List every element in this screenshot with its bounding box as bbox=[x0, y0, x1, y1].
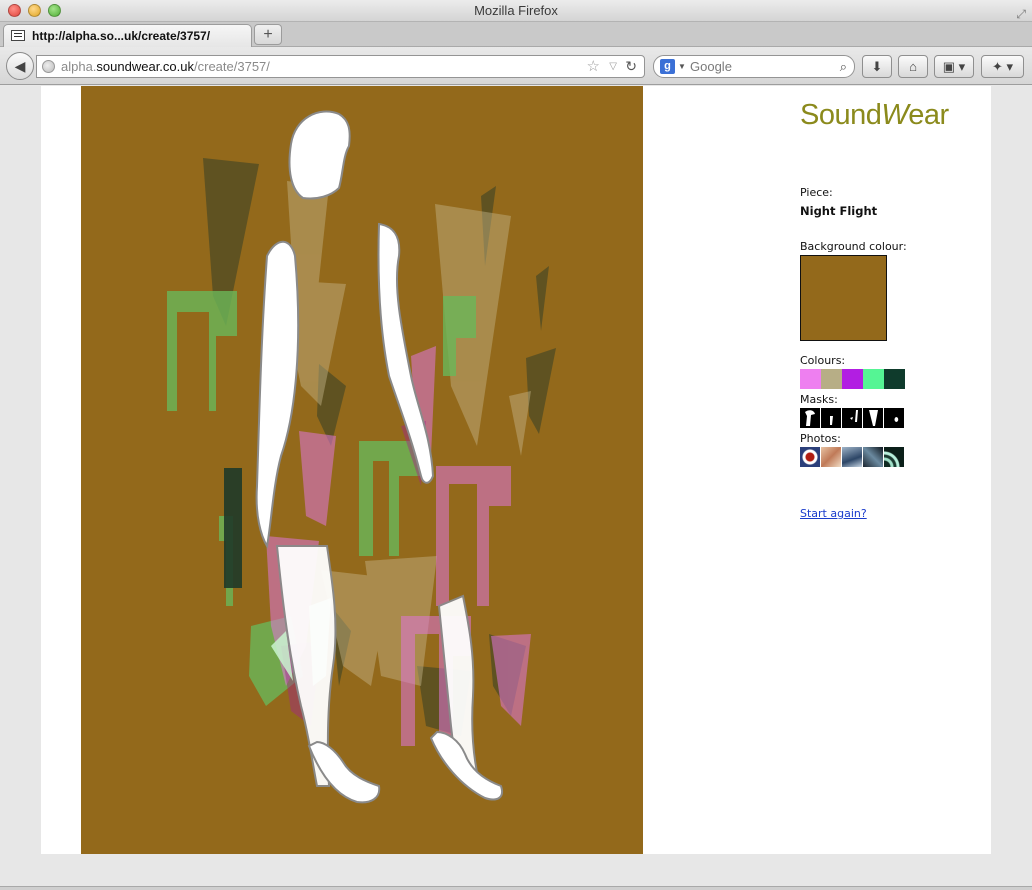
photo-thumbnail-sky[interactable] bbox=[842, 447, 863, 467]
bookmark-star-icon[interactable]: ☆ bbox=[587, 56, 600, 77]
dark-green-bar bbox=[224, 468, 242, 588]
start-again-link[interactable]: Start again? bbox=[800, 507, 867, 520]
downloads-button[interactable]: ⬇ bbox=[862, 55, 892, 78]
new-tab-button[interactable]: + bbox=[254, 24, 282, 45]
piece-name: Night Flight bbox=[800, 204, 878, 218]
photo-thumbnail-texture[interactable] bbox=[821, 447, 842, 467]
sidebar: SoundWear Piece: Night Flight Background… bbox=[800, 86, 980, 854]
bookmarks-menu-button[interactable]: ▣ ▾ bbox=[934, 55, 974, 78]
page-content: SoundWear Piece: Night Flight Background… bbox=[41, 86, 991, 854]
bookmarks-icon: ▣ ▾ bbox=[942, 59, 966, 74]
masks-label: Masks: bbox=[800, 393, 838, 406]
photos-label: Photos: bbox=[800, 432, 841, 445]
home-button[interactable]: ⌂ bbox=[898, 55, 928, 78]
window-titlebar: Mozilla Firefox ⤢ bbox=[0, 0, 1032, 22]
page-viewport[interactable]: SoundWear Piece: Night Flight Background… bbox=[0, 86, 1032, 886]
colour-swatch-4[interactable] bbox=[863, 369, 884, 389]
photo-thumbnail-roundel[interactable] bbox=[800, 447, 821, 467]
search-magnifier-icon[interactable]: ⌕ bbox=[840, 56, 847, 77]
colour-swatches bbox=[800, 369, 905, 390]
colours-label: Colours: bbox=[800, 354, 846, 367]
photo-thumbnail-tree[interactable] bbox=[863, 447, 884, 467]
url-dropdown-icon[interactable]: ▽ bbox=[609, 56, 617, 77]
colour-swatch-3[interactable] bbox=[842, 369, 863, 389]
back-button[interactable]: ◀ bbox=[6, 52, 34, 80]
url-path: /create/3757/ bbox=[194, 59, 270, 74]
search-bar[interactable]: g ▼ Google ⌕ bbox=[653, 55, 855, 78]
engine-dropdown-icon[interactable]: ▼ bbox=[678, 56, 686, 77]
mask-thumbnails bbox=[800, 408, 905, 429]
url-bar[interactable]: alpha.soundwear.co.uk/create/3757/ ☆ ▽ ↻ bbox=[36, 55, 645, 78]
mask-thumbnail-4[interactable] bbox=[863, 408, 884, 428]
colour-swatch-1[interactable] bbox=[800, 369, 821, 389]
mask-thumbnail-2[interactable] bbox=[821, 408, 842, 428]
status-bar bbox=[0, 886, 1032, 890]
window-title: Mozilla Firefox bbox=[474, 3, 558, 18]
zoom-window-button[interactable] bbox=[48, 4, 61, 17]
mask-thumbnail-1[interactable] bbox=[800, 408, 821, 428]
page-favicon-icon bbox=[11, 30, 25, 41]
google-engine-icon[interactable]: g bbox=[660, 59, 675, 74]
background-colour-label: Background colour: bbox=[800, 240, 907, 253]
photo-thumbnail-arcs[interactable] bbox=[884, 447, 905, 467]
soundwear-artwork bbox=[81, 86, 643, 854]
tab-title: http://alpha.so...uk/create/3757/ bbox=[32, 29, 211, 43]
navigation-toolbar: ◀ alpha.soundwear.co.uk/create/3757/ ☆ ▽… bbox=[0, 47, 1032, 85]
url-prefix: alpha. bbox=[61, 59, 97, 74]
tab-strip: http://alpha.so...uk/create/3757/ + bbox=[0, 22, 1032, 47]
reload-icon[interactable]: ↻ bbox=[625, 56, 637, 77]
close-window-button[interactable] bbox=[8, 4, 21, 17]
colour-swatch-2[interactable] bbox=[821, 369, 842, 389]
mask-thumbnail-5[interactable] bbox=[884, 408, 905, 428]
url-host: soundwear.co.uk bbox=[96, 59, 194, 74]
site-identity-icon[interactable] bbox=[42, 60, 55, 73]
soundwear-logo[interactable]: SoundWear bbox=[800, 99, 949, 132]
download-arrow-icon: ⬇ bbox=[871, 59, 883, 74]
mask-thumbnail-3[interactable] bbox=[842, 408, 863, 428]
addon-menu-button[interactable]: ✦ ▾ bbox=[981, 55, 1024, 78]
minimize-window-button[interactable] bbox=[28, 4, 41, 17]
addon-icon: ✦ ▾ bbox=[991, 59, 1014, 74]
browser-tab[interactable]: http://alpha.so...uk/create/3757/ bbox=[3, 24, 252, 47]
search-placeholder: Google bbox=[690, 59, 732, 74]
artwork-canvas bbox=[81, 86, 643, 854]
colour-swatch-5[interactable] bbox=[884, 369, 905, 389]
photo-thumbnails bbox=[800, 447, 905, 468]
home-icon: ⌂ bbox=[909, 59, 917, 74]
background-colour-swatch[interactable] bbox=[800, 255, 887, 341]
piece-label: Piece: bbox=[800, 186, 833, 199]
